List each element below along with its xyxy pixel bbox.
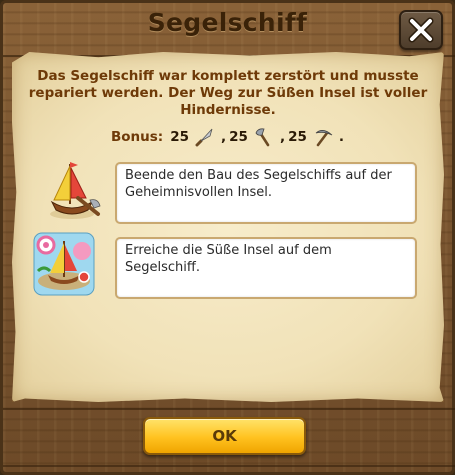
quest-description: Das Segelschiff war komplett zerstört un… [28, 68, 428, 118]
sailing-ship-construction-icon [50, 162, 101, 219]
ok-button-label: OK [212, 427, 237, 445]
pickaxe-icon [315, 130, 333, 147]
sweet-island-ship-icon [33, 232, 95, 296]
bonus-amount: 25 [288, 129, 307, 145]
close-x-icon [408, 17, 434, 43]
dialog-title: Segelschiff [147, 8, 308, 37]
bonus-separator: , [221, 129, 227, 145]
bonus-separator: , [279, 129, 286, 145]
bonus-separator: . [338, 129, 345, 145]
knife-icon [195, 128, 213, 147]
quest-task-1: Beende den Bau des Segelschiffs auf der … [115, 162, 417, 224]
quest-task-2: Erreiche die Süße Insel auf dem Segelsch… [115, 237, 417, 299]
bonus-row: Bonus: 25 , 25 , 25 . [0, 126, 455, 148]
close-button[interactable] [399, 10, 443, 50]
bonus-amount: 25 [229, 129, 248, 145]
plank-seam [3, 408, 455, 410]
ok-button[interactable]: OK [143, 417, 306, 455]
axe-icon [255, 128, 270, 147]
bonus-amount: 25 [170, 129, 189, 145]
plank-seam [3, 465, 455, 467]
bonus-label: Bonus: [110, 129, 164, 145]
